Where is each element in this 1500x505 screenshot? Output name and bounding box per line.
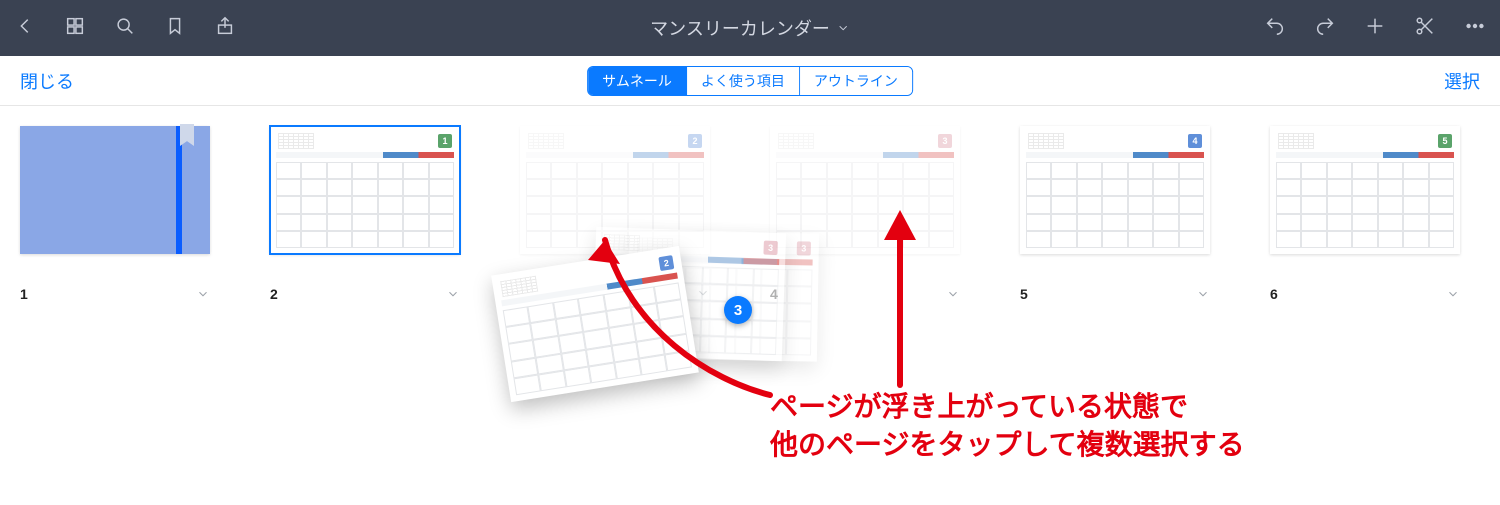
page-number: 6 (1270, 286, 1278, 302)
back-icon[interactable] (14, 15, 36, 42)
thumb-column: 1 2 (270, 126, 460, 302)
chevron-down-icon[interactable] (446, 287, 460, 301)
annotation-line1: ページが浮き上がっている状態で (770, 388, 1245, 426)
bookmark-icon[interactable] (164, 15, 186, 42)
month-badge: 1 (438, 134, 452, 148)
page-thumbnail[interactable]: 3 (770, 126, 960, 254)
page-thumbnail[interactable]: 5 (1270, 126, 1460, 254)
share-icon[interactable] (214, 15, 236, 42)
segment-favorites[interactable]: よく使う項目 (687, 67, 800, 95)
page-thumbnail-cover[interactable] (20, 126, 210, 254)
undo-icon[interactable] (1264, 15, 1286, 42)
segment-outline[interactable]: アウトライン (800, 67, 912, 95)
page-thumbnail[interactable]: 1 (270, 126, 460, 254)
document-title[interactable]: マンスリーカレンダー (650, 15, 850, 41)
thumbnails-area: 1 1 2 2 (0, 106, 1500, 302)
thumb-column: 1 (20, 126, 210, 302)
document-title-text: マンスリーカレンダー (650, 15, 830, 41)
grid-icon[interactable] (64, 15, 86, 42)
page-number: 5 (1020, 286, 1028, 302)
page-number: 1 (20, 286, 28, 302)
selection-count-badge: 3 (724, 296, 752, 324)
search-icon[interactable] (114, 15, 136, 42)
app-topbar: マンスリーカレンダー (0, 0, 1500, 56)
thumb-column: 5 6 (1270, 126, 1460, 302)
month-badge: 3 (938, 134, 952, 148)
add-icon[interactable] (1364, 15, 1386, 42)
chevron-down-icon[interactable] (196, 287, 210, 301)
month-badge: 5 (1438, 134, 1452, 148)
thumb-column: 3 4 (770, 126, 960, 302)
chevron-down-icon[interactable] (1196, 287, 1210, 301)
topbar-left-group (14, 15, 236, 42)
scissors-icon[interactable] (1414, 15, 1436, 42)
select-button[interactable]: 選択 (1444, 68, 1480, 94)
thumb-column: 2 (520, 126, 710, 302)
annotation-line2: 他のページをタップして複数選択する (770, 426, 1245, 464)
chevron-down-icon[interactable] (946, 287, 960, 301)
month-badge: 2 (688, 134, 702, 148)
redo-icon[interactable] (1314, 15, 1336, 42)
page-number: 2 (270, 286, 278, 302)
close-button[interactable]: 閉じる (20, 68, 74, 94)
chevron-down-icon[interactable] (1446, 287, 1460, 301)
page-thumbnail[interactable]: 4 (1020, 126, 1210, 254)
chevron-down-icon[interactable] (696, 286, 710, 300)
view-segmented-control: サムネール よく使う項目 アウトライン (587, 66, 913, 96)
more-icon[interactable] (1464, 15, 1486, 42)
topbar-right-group (1264, 15, 1486, 42)
view-toolbar: 閉じる サムネール よく使う項目 アウトライン 選択 (0, 56, 1500, 106)
page-thumbnail[interactable]: 2 (520, 126, 710, 254)
segment-thumbnail[interactable]: サムネール (588, 67, 687, 95)
thumb-column: 4 5 (1020, 126, 1210, 302)
chevron-down-icon (836, 21, 850, 35)
annotation-text: ページが浮き上がっている状態で 他のページをタップして複数選択する (770, 388, 1245, 464)
page-number: 4 (770, 286, 778, 302)
month-badge: 4 (1188, 134, 1202, 148)
